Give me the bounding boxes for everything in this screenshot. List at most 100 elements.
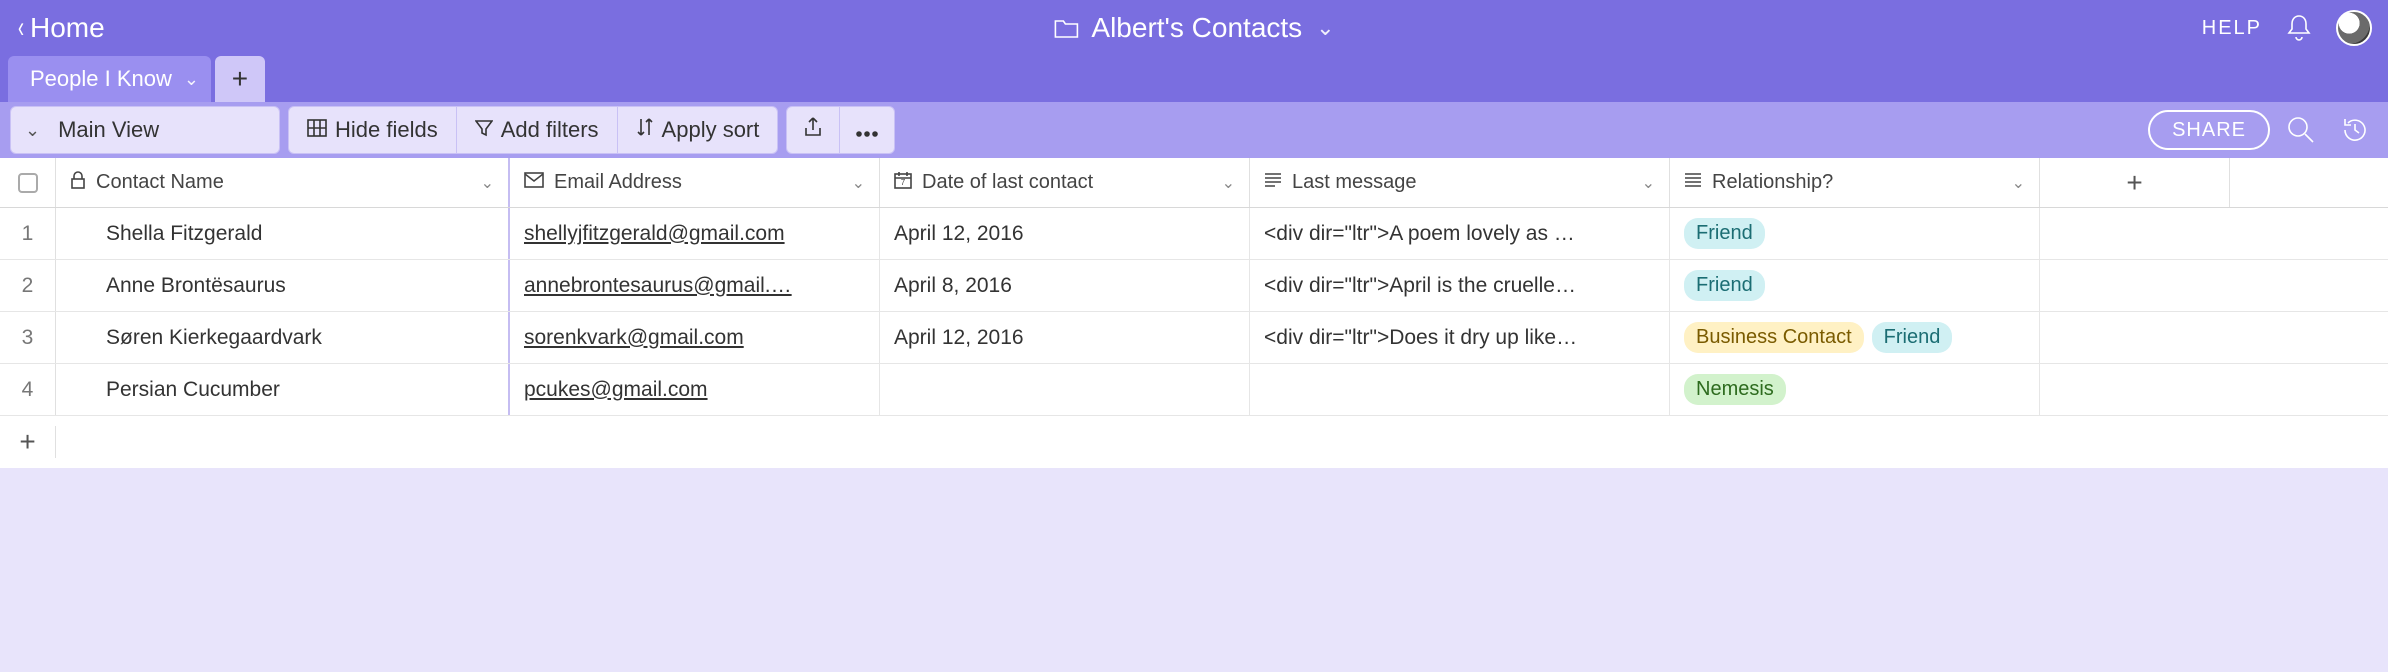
chevron-down-icon: ⌄ — [184, 69, 199, 90]
history-icon[interactable] — [2332, 115, 2378, 145]
chevron-down-icon: ⌄ — [481, 173, 494, 193]
column-header-contact-name[interactable]: Contact Name ⌄ — [56, 158, 510, 207]
view-toolbar: ⌄ Main View Hide fields Add filters Appl… — [0, 102, 2388, 158]
add-table-button[interactable]: + — [215, 56, 265, 102]
email-link[interactable]: annebrontesaurus@gmail.… — [524, 274, 792, 298]
envelope-icon — [524, 171, 544, 194]
add-row-button[interactable]: + — [0, 426, 56, 458]
toolbar-group-main: Hide fields Add filters Apply sort — [288, 106, 778, 154]
cell-contact-name[interactable]: Shella Fitzgerald — [56, 208, 510, 259]
column-header-last-message[interactable]: Last message ⌄ — [1250, 158, 1670, 207]
hide-fields-label: Hide fields — [335, 117, 438, 143]
column-header-date[interactable]: 7 Date of last contact ⌄ — [880, 158, 1250, 207]
relationship-pill: Friend — [1684, 270, 1765, 301]
column-label: Contact Name — [96, 171, 471, 194]
table-row[interactable]: 3Søren Kierkegaardvark sorenkvark@gmail.c… — [0, 312, 2388, 364]
home-label: Home — [30, 12, 105, 44]
row-number: 3 — [0, 312, 56, 363]
apply-sort-button[interactable]: Apply sort — [617, 107, 778, 153]
add-column-button[interactable]: + — [2040, 158, 2230, 207]
cell-last-message[interactable]: <div dir="ltr">April is the cruelle… — [1250, 260, 1670, 311]
chevron-down-icon: ⌄ — [852, 173, 865, 193]
tab-label: People I Know — [30, 66, 172, 92]
email-link[interactable]: pcukes@gmail.com — [524, 378, 708, 402]
cell-email[interactable]: shellyjfitzgerald@gmail.com — [510, 208, 880, 259]
row-number: 2 — [0, 260, 56, 311]
column-label: Date of last contact — [922, 171, 1212, 194]
cell-email[interactable]: pcukes@gmail.com — [510, 364, 880, 415]
bell-icon[interactable] — [2286, 13, 2312, 43]
cell-date[interactable]: April 12, 2016 — [880, 208, 1250, 259]
chevron-down-icon: ⌄ — [2012, 173, 2025, 193]
table-row[interactable]: 4Persian Cucumberpcukes@gmail.comNemesis — [0, 364, 2388, 416]
view-name: Main View — [58, 117, 159, 143]
share-button[interactable]: SHARE — [2148, 110, 2270, 150]
cell-date[interactable]: April 8, 2016 — [880, 260, 1250, 311]
apply-sort-label: Apply sort — [662, 117, 760, 143]
workspace-title-text: Albert's Contacts — [1091, 12, 1302, 44]
more-button[interactable] — [839, 107, 894, 153]
cell-contact-name[interactable]: Anne Brontësaurus — [56, 260, 510, 311]
cell-date[interactable]: April 12, 2016 — [880, 312, 1250, 363]
share-label: SHARE — [2172, 119, 2246, 142]
row-number: 1 — [0, 208, 56, 259]
calendar-icon: 7 — [894, 171, 912, 195]
home-link[interactable]: ‹ Home — [16, 12, 105, 44]
grid-icon — [307, 117, 327, 143]
sort-icon — [636, 117, 654, 143]
relationship-pill: Friend — [1872, 322, 1953, 353]
email-link[interactable]: sorenkvark@gmail.com — [524, 326, 744, 350]
add-filters-button[interactable]: Add filters — [456, 107, 617, 153]
cell-last-message[interactable] — [1250, 364, 1670, 415]
column-label: Relationship? — [1712, 171, 2002, 194]
cell-last-message[interactable]: <div dir="ltr">A poem lovely as … — [1250, 208, 1670, 259]
select-all-checkbox[interactable] — [0, 158, 56, 207]
column-header-relationship[interactable]: Relationship? ⌄ — [1670, 158, 2040, 207]
grid-header: Contact Name ⌄ Email Address ⌄ 7 Date of… — [0, 158, 2388, 208]
text-icon — [1264, 171, 1282, 194]
cell-relationship[interactable]: Friend — [1670, 208, 2040, 259]
chevron-left-icon: ‹ — [18, 13, 24, 43]
plus-icon: + — [2126, 167, 2142, 199]
cell-contact-name[interactable]: Persian Cucumber — [56, 364, 510, 415]
share-export-button[interactable] — [787, 107, 839, 153]
cell-email[interactable]: annebrontesaurus@gmail.… — [510, 260, 880, 311]
share-icon — [803, 116, 823, 144]
view-switcher[interactable]: ⌄ Main View — [10, 106, 280, 154]
cell-relationship[interactable]: Friend — [1670, 260, 2040, 311]
cell-date[interactable] — [880, 364, 1250, 415]
help-link[interactable]: HELP — [2202, 17, 2262, 40]
cell-relationship[interactable]: Nemesis — [1670, 364, 2040, 415]
add-row: + — [0, 416, 2388, 468]
column-header-email[interactable]: Email Address ⌄ — [510, 158, 880, 207]
toolbar-group-extra — [786, 106, 895, 154]
tab-people-i-know[interactable]: People I Know ⌄ — [8, 56, 211, 102]
table-row[interactable]: 2Anne Brontësaurus annebrontesaurus@gmail… — [0, 260, 2388, 312]
folder-icon — [1053, 17, 1079, 39]
chevron-down-icon: ⌄ — [1316, 15, 1334, 41]
cell-email[interactable]: sorenkvark@gmail.com — [510, 312, 880, 363]
cell-contact-name[interactable]: Søren Kierkegaardvark — [56, 312, 510, 363]
chevron-down-icon: ⌄ — [25, 120, 40, 141]
column-label: Last message — [1292, 171, 1632, 194]
multiselect-icon — [1684, 171, 1702, 194]
filter-icon — [475, 117, 493, 143]
ellipsis-icon — [856, 117, 878, 143]
relationship-pill: Nemesis — [1684, 374, 1786, 405]
email-link[interactable]: shellyjfitzgerald@gmail.com — [524, 222, 785, 246]
cell-relationship[interactable]: Business ContactFriend — [1670, 312, 2040, 363]
chevron-down-icon: ⌄ — [1222, 173, 1235, 193]
table-tabs: People I Know ⌄ + — [0, 56, 2388, 102]
workspace-title[interactable]: Albert's Contacts ⌄ — [1053, 12, 1334, 44]
topbar-right: HELP — [2202, 10, 2372, 46]
grid: Contact Name ⌄ Email Address ⌄ 7 Date of… — [0, 158, 2388, 468]
lock-icon — [70, 171, 86, 195]
search-icon[interactable] — [2278, 115, 2324, 145]
cell-last-message[interactable]: <div dir="ltr">Does it dry up like… — [1250, 312, 1670, 363]
table-row[interactable]: 1Shella Fitzgerald shellyjfitzgerald@gmai… — [0, 208, 2388, 260]
relationship-pill: Friend — [1684, 218, 1765, 249]
column-label: Email Address — [554, 171, 842, 194]
hide-fields-button[interactable]: Hide fields — [289, 107, 456, 153]
avatar[interactable] — [2336, 10, 2372, 46]
topbar: ‹ Home Albert's Contacts ⌄ HELP — [0, 0, 2388, 56]
